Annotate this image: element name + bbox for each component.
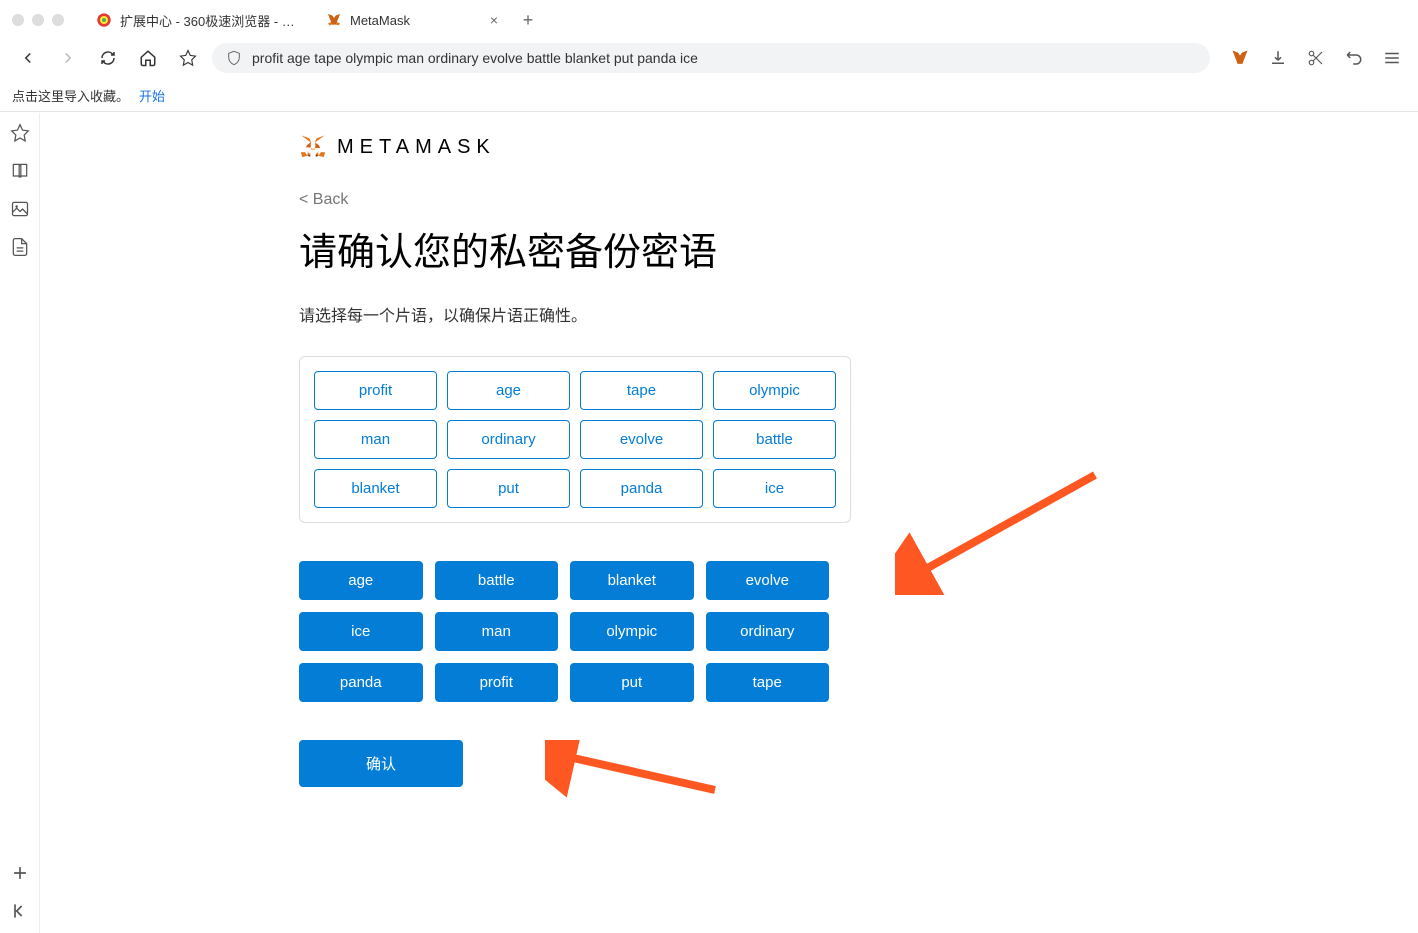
- left-sidebar: [0, 113, 40, 933]
- star-icon: [179, 49, 197, 67]
- tabs-row: 扩展中心 - 360极速浏览器 - 小工具 MetaMask × +: [84, 3, 1406, 38]
- metamask-logo-text: METAMASK: [337, 136, 496, 159]
- page-content: METAMASK < Back 请确认您的私密备份密语 请选择每一个片语，以确保…: [40, 113, 1418, 933]
- pool-word-0[interactable]: age: [299, 561, 423, 600]
- bookmark-start-link[interactable]: 开始: [139, 86, 165, 105]
- word-pool: age battle blanket evolve iceman olympic ordin…: [299, 561, 829, 702]
- tab-close-icon[interactable]: ×: [486, 12, 502, 28]
- undo-icon: [1345, 49, 1363, 67]
- bookmark-bar: 点击这里导入收藏。 开始: [0, 80, 1418, 111]
- pool-word-10[interactable]: put: [570, 663, 694, 702]
- download-button[interactable]: [1264, 44, 1292, 72]
- chevron-right-icon: [59, 49, 77, 67]
- selected-word-5[interactable]: ordinary: [447, 420, 570, 459]
- scissors-icon: [1307, 49, 1325, 67]
- selected-word-7[interactable]: battle: [713, 420, 836, 459]
- pool-word-7[interactable]: ordinary: [706, 612, 830, 651]
- sidebar-star-icon[interactable]: [10, 123, 30, 143]
- tab-1-title: MetaMask: [350, 13, 478, 28]
- tab-0-favicon-icon: [96, 12, 112, 28]
- shield-icon: [226, 50, 242, 66]
- sidebar-doc-icon[interactable]: [10, 237, 30, 257]
- pool-word-3[interactable]: evolve: [706, 561, 830, 600]
- selected-word-3[interactable]: olympic: [713, 371, 836, 410]
- pool-word-11[interactable]: tape: [706, 663, 830, 702]
- selected-word-4[interactable]: man: [314, 420, 437, 459]
- sidebar-collapse-icon[interactable]: [10, 901, 30, 921]
- tab-0[interactable]: 扩展中心 - 360极速浏览器 - 小工具: [84, 3, 314, 38]
- menu-button[interactable]: [1378, 44, 1406, 72]
- bookmark-button[interactable]: [172, 42, 204, 74]
- chevron-left-icon: [19, 49, 37, 67]
- sidebar-image-icon[interactable]: [10, 199, 30, 219]
- home-button[interactable]: [132, 42, 164, 74]
- sidebar-book-icon[interactable]: [10, 161, 30, 181]
- tab-1[interactable]: MetaMask ×: [314, 4, 514, 36]
- pool-word-9[interactable]: profit: [435, 663, 559, 702]
- selected-word-1[interactable]: age: [447, 371, 570, 410]
- fox-icon: [1230, 48, 1250, 68]
- browser-chrome: 扩展中心 - 360极速浏览器 - 小工具 MetaMask × +: [0, 0, 1418, 112]
- nav-back-button[interactable]: [12, 42, 44, 74]
- pool-word-4[interactable]: ice: [299, 612, 423, 651]
- tab-1-favicon-icon: [326, 12, 342, 28]
- back-link[interactable]: < Back: [299, 191, 1159, 209]
- sidebar-add-icon[interactable]: [10, 863, 30, 883]
- selected-word-2[interactable]: tape: [580, 371, 703, 410]
- pool-word-5[interactable]: man: [435, 612, 559, 651]
- selected-word-11[interactable]: ice: [713, 469, 836, 508]
- hamburger-icon: [1383, 49, 1401, 67]
- selected-word-9[interactable]: put: [447, 469, 570, 508]
- minimize-window-btn[interactable]: [32, 14, 44, 26]
- new-tab-button[interactable]: +: [514, 6, 542, 34]
- metamask-logo-icon: [299, 133, 327, 161]
- maximize-window-btn[interactable]: [52, 14, 64, 26]
- confirm-button[interactable]: 确认: [299, 740, 463, 787]
- page-title: 请确认您的私密备份密语: [299, 221, 1159, 276]
- scissors-button[interactable]: [1302, 44, 1330, 72]
- reload-button[interactable]: [92, 42, 124, 74]
- tab-0-title: 扩展中心 - 360极速浏览器 - 小工具: [120, 11, 302, 30]
- reload-icon: [99, 49, 117, 67]
- bookmark-hint: 点击这里导入收藏。: [12, 86, 129, 105]
- address-bar[interactable]: profit age tape olympic man ordinary evo…: [212, 43, 1210, 73]
- pool-word-2[interactable]: blanket: [570, 561, 694, 600]
- pool-word-8[interactable]: panda: [299, 663, 423, 702]
- nav-forward-button[interactable]: [52, 42, 84, 74]
- selected-words-box: profit agetape olympic man ordinary evolve bat…: [299, 356, 851, 523]
- page-subtitle: 请选择每一个片语，以确保片语正确性。: [299, 302, 1159, 326]
- pool-word-1[interactable]: battle: [435, 561, 559, 600]
- window-controls: [12, 14, 64, 26]
- close-window-btn[interactable]: [12, 14, 24, 26]
- selected-word-6[interactable]: evolve: [580, 420, 703, 459]
- download-icon: [1269, 49, 1287, 67]
- home-icon: [139, 49, 157, 67]
- selected-word-8[interactable]: blanket: [314, 469, 437, 508]
- pool-word-6[interactable]: olympic: [570, 612, 694, 651]
- metamask-header: METAMASK: [299, 133, 1159, 161]
- selected-word-0[interactable]: profit: [314, 371, 437, 410]
- selected-word-10[interactable]: panda: [580, 469, 703, 508]
- metamask-extension-button[interactable]: [1226, 44, 1254, 72]
- undo-button[interactable]: [1340, 44, 1368, 72]
- url-text: profit age tape olympic man ordinary evo…: [252, 50, 698, 66]
